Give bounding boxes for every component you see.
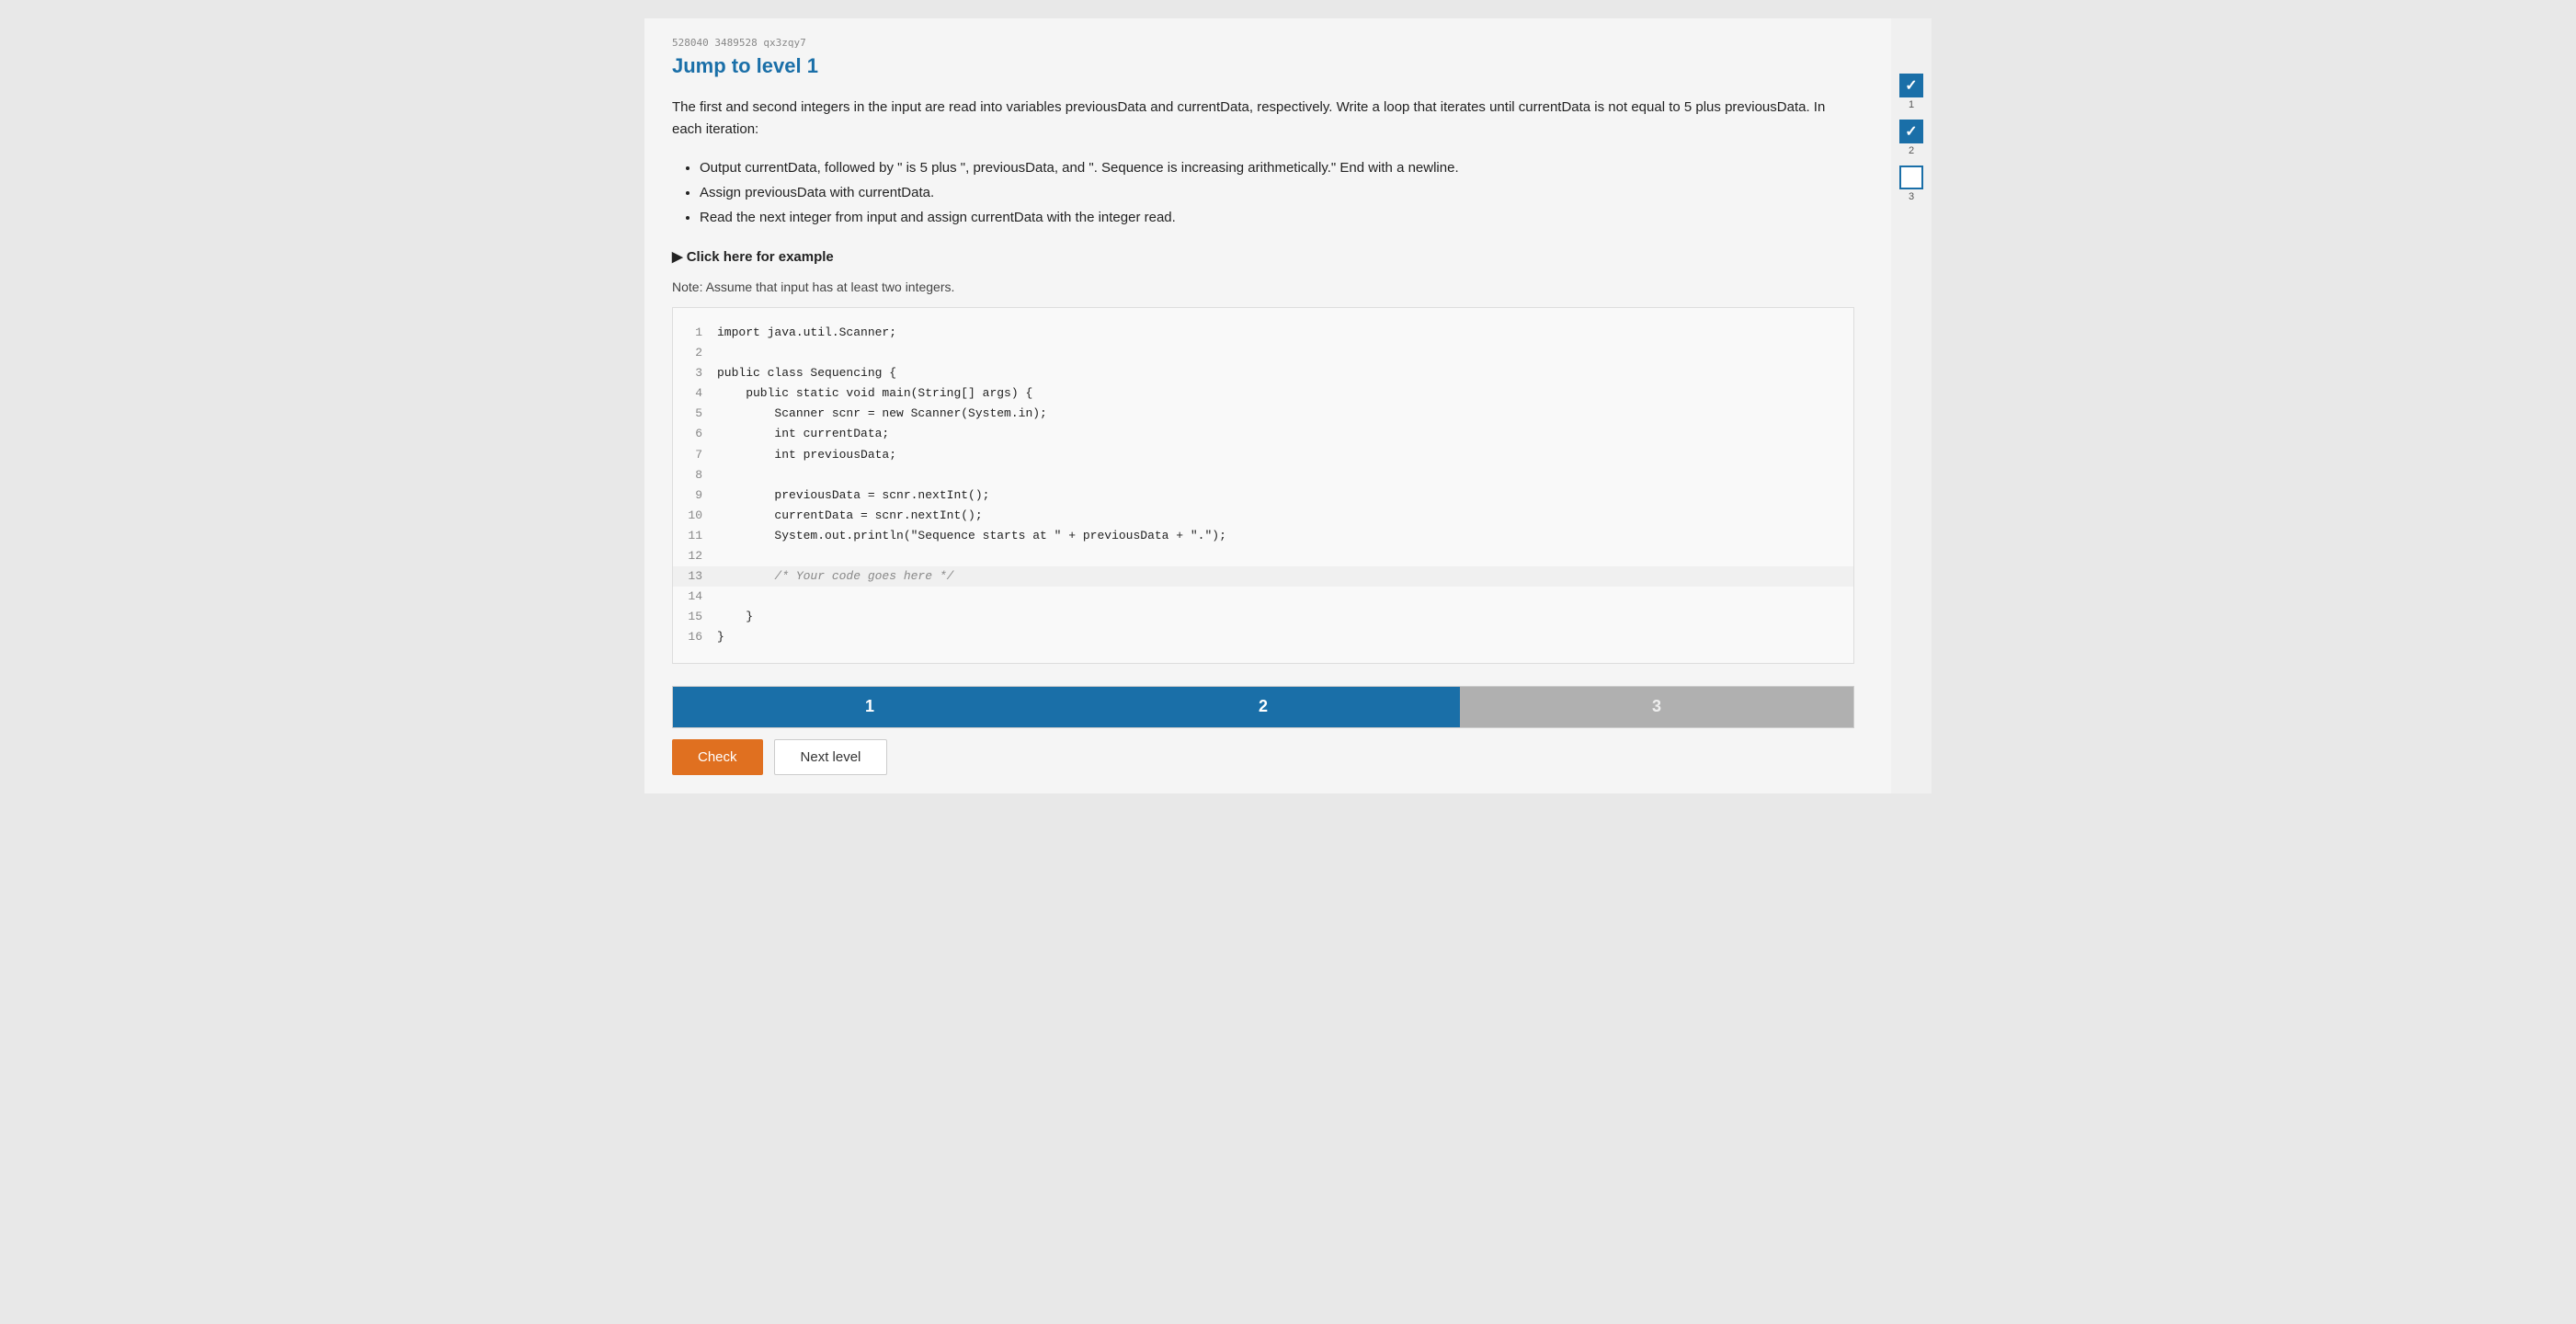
jump-title: Jump to level 1	[672, 54, 1854, 78]
line-number: 13	[688, 566, 717, 587]
line-code: previousData = scnr.nextInt();	[717, 485, 989, 506]
sidebar-level-item[interactable]: 3	[1899, 166, 1923, 202]
code-line: 1import java.util.Scanner;	[673, 323, 1853, 343]
line-code: }	[717, 607, 753, 627]
code-line: 14	[673, 587, 1853, 607]
bullet-item: Output currentData, followed by " is 5 p…	[700, 155, 1854, 180]
code-line: 9 previousData = scnr.nextInt();	[673, 485, 1853, 506]
code-line: 13 /* Your code goes here */	[673, 566, 1853, 587]
check-button[interactable]: Check	[672, 739, 763, 775]
sidebar-level-item[interactable]: ✓2	[1899, 120, 1923, 156]
main-content: 528040 3489528 qx3zqy7 Jump to level 1 T…	[644, 18, 1891, 793]
level-tab-1[interactable]: 1	[673, 687, 1066, 727]
sidebar-level-item[interactable]: ✓1	[1899, 74, 1923, 110]
line-number: 6	[688, 424, 717, 444]
level-number: 3	[1909, 191, 1914, 202]
line-number: 5	[688, 404, 717, 424]
code-line: 11 System.out.println("Sequence starts a…	[673, 526, 1853, 546]
sidebar-right: ✓1✓23	[1891, 18, 1932, 793]
line-code: }	[717, 627, 724, 647]
line-number: 4	[688, 383, 717, 404]
code-line: 3public class Sequencing {	[673, 363, 1853, 383]
line-number: 9	[688, 485, 717, 506]
line-code: Scanner scnr = new Scanner(System.in);	[717, 404, 1047, 424]
line-number: 7	[688, 445, 717, 465]
bullet-item: Read the next integer from input and ass…	[700, 205, 1854, 230]
line-number: 11	[688, 526, 717, 546]
checkmark-icon: ✓	[1905, 76, 1917, 95]
line-code: currentData = scnr.nextInt();	[717, 506, 983, 526]
line-code: int previousData;	[717, 445, 896, 465]
level-checkbox[interactable]: ✓	[1899, 120, 1923, 143]
code-line: 2	[673, 343, 1853, 363]
code-line: 8	[673, 465, 1853, 485]
line-number: 3	[688, 363, 717, 383]
level-checkbox[interactable]	[1899, 166, 1923, 189]
line-number: 1	[688, 323, 717, 343]
code-line: 4 public static void main(String[] args)…	[673, 383, 1853, 404]
code-line: 6 int currentData;	[673, 424, 1853, 444]
line-number: 2	[688, 343, 717, 363]
code-line: 7 int previousData;	[673, 445, 1853, 465]
checkmark-icon: ✓	[1905, 122, 1917, 141]
level-number: 2	[1909, 145, 1914, 156]
click-example[interactable]: Click here for example	[672, 248, 1854, 265]
line-code: public class Sequencing {	[717, 363, 896, 383]
description-paragraph: The first and second integers in the inp…	[672, 97, 1854, 141]
line-code: /* Your code goes here */	[717, 566, 953, 587]
line-number: 10	[688, 506, 717, 526]
code-line: 5 Scanner scnr = new Scanner(System.in);	[673, 404, 1853, 424]
level-tabs: 123	[672, 686, 1854, 728]
code-line: 16}	[673, 627, 1853, 647]
next-level-button[interactable]: Next level	[774, 739, 888, 775]
note-text: Note: Assume that input has at least two…	[672, 280, 1854, 294]
line-code: int currentData;	[717, 424, 889, 444]
code-line: 15 }	[673, 607, 1853, 627]
code-line: 12	[673, 546, 1853, 566]
level-tab-2[interactable]: 2	[1066, 687, 1460, 727]
code-line: 10 currentData = scnr.nextInt();	[673, 506, 1853, 526]
meta-id: 528040 3489528 qx3zqy7	[672, 37, 1854, 49]
level-checkbox[interactable]: ✓	[1899, 74, 1923, 97]
line-code: public static void main(String[] args) {	[717, 383, 1032, 404]
code-editor[interactable]: 1import java.util.Scanner;23public class…	[672, 307, 1854, 664]
level-tab-3[interactable]: 3	[1460, 687, 1853, 727]
line-number: 15	[688, 607, 717, 627]
level-number: 1	[1909, 99, 1914, 110]
line-code: System.out.println("Sequence starts at "…	[717, 526, 1226, 546]
line-number: 14	[688, 587, 717, 607]
line-number: 16	[688, 627, 717, 647]
bullet-item: Assign previousData with currentData.	[700, 180, 1854, 205]
line-code: import java.util.Scanner;	[717, 323, 896, 343]
bottom-buttons: Check Next level	[672, 739, 1854, 775]
line-number: 8	[688, 465, 717, 485]
bullet-list: Output currentData, followed by " is 5 p…	[672, 155, 1854, 230]
line-number: 12	[688, 546, 717, 566]
